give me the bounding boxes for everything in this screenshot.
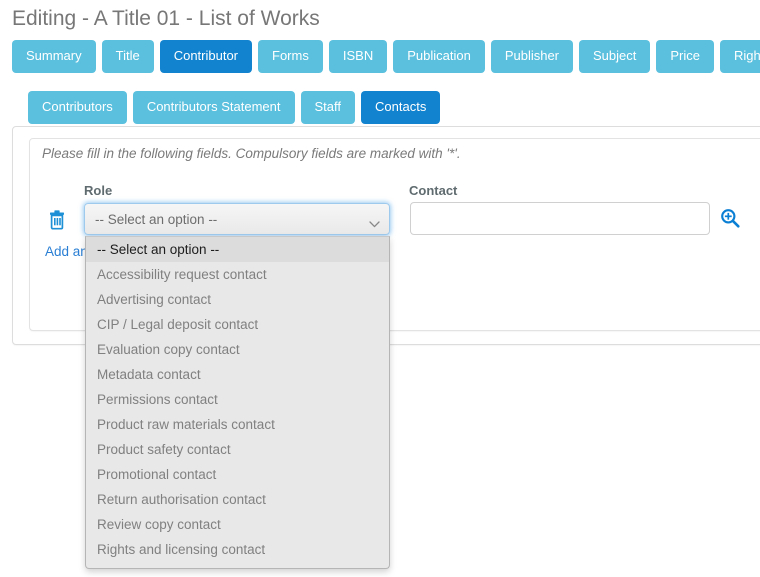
dropdown-option[interactable]: Permissions contact [86,387,389,412]
trash-icon[interactable] [45,208,69,232]
subtab-staff[interactable]: Staff [300,91,356,124]
zoom-in-magnifier-icon[interactable] [719,207,741,229]
tab-isbn[interactable]: ISBN [328,40,388,73]
dropdown-option[interactable]: CIP / Legal deposit contact [86,312,389,337]
tab-label: Staff [314,99,342,114]
tab-publication[interactable]: Publication [393,40,485,73]
dropdown-option[interactable]: Rights and licensing contact [86,537,389,562]
tab-label: Contributors [42,99,113,114]
dropdown-option[interactable]: Product safety contact [86,437,389,462]
dropdown-option[interactable]: Return authorisation contact [86,487,389,512]
tab-label: Contacts [375,99,427,114]
dropdown-option[interactable]: Review copy contact [86,512,389,537]
tab-price[interactable]: Price [656,40,715,73]
dropdown-option[interactable]: Advertising contact [86,287,389,312]
primary-tab-bar: Summary Title Contributor Forms ISBN Publicat… [12,40,760,73]
tab-label: Title [115,48,140,63]
subtab-contributors-statement[interactable]: Contributors Statement [132,91,295,124]
page-title: Editing - A Title 01 - List of Works [12,7,320,30]
tab-label: Publisher [504,48,560,63]
dropdown-option[interactable]: Accessibility request contact [86,262,389,287]
contact-field-label: Contact [409,183,458,198]
tab-label: Summary [26,48,82,63]
page-root: Editing - A Title 01 - List of Works Sum… [0,0,760,577]
tab-label: Price [670,48,701,63]
tab-label: ISBN [342,48,374,63]
tab-label: Contributors Statement [146,99,281,114]
dropdown-option[interactable]: -- Select an option -- [86,237,389,262]
subtab-contacts[interactable]: Contacts [361,91,441,124]
tab-label: Contributor [173,48,239,63]
role-select[interactable]: -- Select an option -- [84,203,390,235]
tab-summary[interactable]: Summary [12,40,96,73]
chevron-down-icon [369,215,380,228]
tab-label: Subject [593,48,637,63]
tab-label: Publication [407,48,471,63]
tab-label: Rights [734,48,760,63]
dropdown-option[interactable]: Promotional contact [86,462,389,487]
tab-title[interactable]: Title [101,40,154,73]
role-select-value: -- Select an option -- [95,212,218,227]
contact-input[interactable] [410,202,710,235]
dropdown-option[interactable]: Evaluation copy contact [86,337,389,362]
subtab-contributors[interactable]: Contributors [28,91,127,124]
role-select-dropdown[interactable]: -- Select an option -- Accessibility requ… [85,236,390,569]
role-field-label: Role [84,183,113,198]
dropdown-option[interactable]: Metadata contact [86,362,389,387]
tab-label: Forms [272,48,309,63]
form-help-text: Please fill in the following fields. Com… [42,146,461,161]
tab-subject[interactable]: Subject [579,40,651,73]
tab-publisher[interactable]: Publisher [490,40,574,73]
dropdown-option[interactable]: Product raw materials contact [86,412,389,437]
secondary-tab-bar: Contributors Contributors Statement Staff C… [28,91,441,124]
tab-contributor[interactable]: Contributor [159,40,253,73]
tab-rights[interactable]: Rights [720,40,760,73]
tab-forms[interactable]: Forms [258,40,323,73]
